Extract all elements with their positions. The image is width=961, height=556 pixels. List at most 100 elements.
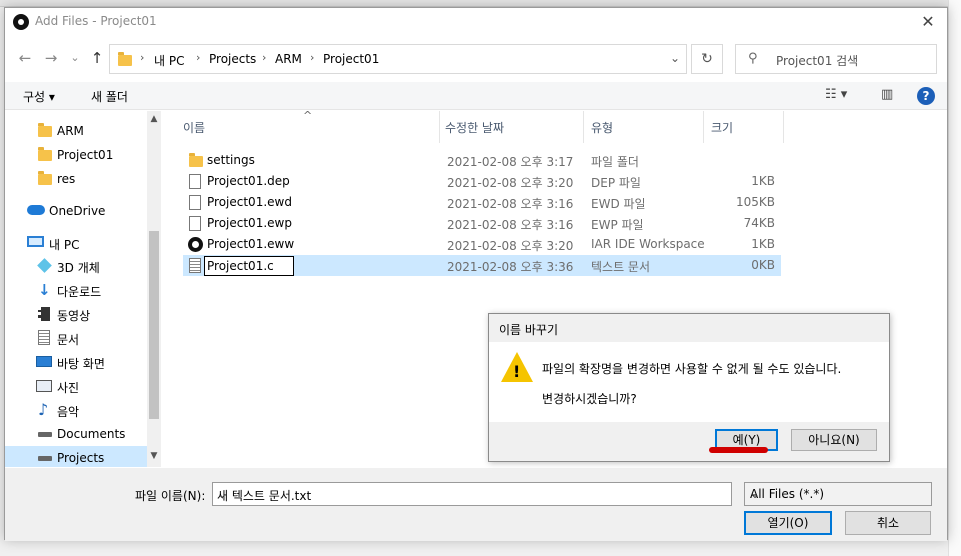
breadcrumb-separator: ›: [196, 51, 201, 64]
new-folder-button[interactable]: 새 폴더: [91, 88, 128, 105]
address-bar[interactable]: › 내 PC › Projects › ARM › Project01 ⌄: [109, 44, 687, 74]
folder-icon: [189, 153, 203, 167]
file-row-eww[interactable]: Project01.eww 2021-02-08 오후 3:20 IAR IDE…: [183, 234, 781, 255]
computer-icon: [27, 236, 44, 247]
sidebar-item-label: Projects: [57, 451, 105, 465]
sidebar-item-label: 3D 개체: [57, 261, 100, 275]
back-arrow-icon[interactable]: ←: [15, 48, 35, 68]
warning-exclamation: !: [513, 362, 521, 381]
file-name: Project01.eww: [207, 237, 295, 251]
file-size: 105KB: [735, 195, 775, 209]
breadcrumb-separator: ›: [140, 51, 145, 64]
dialog-body: ! 파일의 확장명을 변경하면 사용할 수 없게 될 수도 있습니다. 변경하시…: [489, 342, 889, 422]
search-icon: ⚲: [748, 51, 758, 66]
sidebar-item-onedrive[interactable]: OneDrive: [5, 199, 147, 223]
search-box[interactable]: ⚲ Project01 검색: [735, 44, 937, 74]
sidebar-item-label: 다운로드: [57, 285, 102, 299]
filename-input[interactable]: 새 텍스트 문서.txt ⌄: [212, 482, 732, 506]
file-date: 2021-02-08 오후 3:16: [447, 218, 574, 232]
sidebar-item-documents-kr[interactable]: 문서: [5, 326, 147, 350]
file-date: 2021-02-08 오후 3:36: [447, 260, 574, 274]
background-window-strip: [948, 0, 961, 556]
sidebar-item-label: 내 PC: [49, 238, 80, 252]
scroll-down-arrow-icon[interactable]: ▼: [149, 451, 159, 461]
column-header-size[interactable]: 크기: [711, 119, 733, 136]
forward-arrow-icon[interactable]: →: [41, 48, 61, 68]
file-name: Project01.dep: [207, 174, 290, 188]
sidebar-item-label: res: [57, 172, 76, 186]
file-icon: [189, 195, 201, 210]
title-bar: Add Files - Project01 ✕: [5, 8, 947, 37]
column-divider[interactable]: [583, 111, 584, 143]
column-divider[interactable]: [703, 111, 704, 143]
sidebar-item-3d-objects[interactable]: 3D 개체: [5, 254, 147, 278]
refresh-button[interactable]: ↻: [691, 44, 723, 74]
sidebar-item-label: 동영상: [57, 309, 91, 323]
breadcrumb-project01[interactable]: Project01: [323, 52, 379, 66]
sidebar-item-this-pc[interactable]: 내 PC: [5, 231, 147, 255]
sidebar-item-documents-drive[interactable]: Documents: [5, 422, 147, 446]
sidebar-scrollbar[interactable]: ▲ ▼: [147, 111, 161, 467]
window-title: Add Files - Project01: [35, 14, 157, 28]
sidebar-item-projects[interactable]: Projects: [5, 446, 147, 467]
preview-pane-icon[interactable]: ▥: [881, 87, 893, 102]
sidebar-item-desktop[interactable]: 바탕 화면: [5, 350, 147, 374]
breadcrumb-projects[interactable]: Projects: [209, 52, 256, 66]
file-date: 2021-02-08 오후 3:20: [447, 239, 574, 253]
breadcrumb-separator: ›: [262, 51, 267, 64]
sidebar-item-downloads[interactable]: ↓ 다운로드: [5, 278, 147, 302]
up-arrow-icon[interactable]: ↑: [87, 48, 107, 68]
rename-input[interactable]: Project01.c: [204, 256, 294, 276]
sidebar-item-project01[interactable]: Project01: [5, 143, 147, 167]
cancel-button[interactable]: 취소: [845, 511, 931, 535]
column-divider[interactable]: [783, 111, 784, 143]
cloud-icon: [27, 205, 45, 215]
help-icon[interactable]: ?: [917, 87, 935, 105]
scroll-up-arrow-icon[interactable]: ▲: [149, 114, 159, 124]
breadcrumb-separator: ›: [310, 51, 315, 64]
sidebar-scroll-thumb[interactable]: [149, 231, 159, 419]
drive-icon: [38, 432, 52, 437]
open-button[interactable]: 열기(O): [744, 511, 832, 535]
no-button[interactable]: 아니요(N): [791, 429, 877, 451]
file-size: 1KB: [751, 237, 775, 251]
file-row-ewd[interactable]: Project01.ewd 2021-02-08 오후 3:16 EWD 파일 …: [183, 192, 781, 213]
column-header-date[interactable]: 수정한 날짜: [445, 119, 504, 136]
folder-icon: [38, 147, 52, 161]
folder-icon: [38, 123, 52, 137]
file-icon: [189, 216, 201, 231]
navigation-bar: ← → ⌄ ↑ › 내 PC › Projects › ARM › Projec…: [5, 38, 947, 80]
file-name: Project01.ewd: [207, 195, 292, 209]
folder-icon: [118, 52, 132, 66]
column-header-name[interactable]: 이름: [183, 119, 205, 136]
file-type: EWP 파일: [591, 218, 644, 232]
filter-dropdown-chevron-icon[interactable]: ⌄: [750, 487, 927, 501]
breadcrumb-this-pc[interactable]: 내 PC: [154, 52, 184, 69]
recent-locations-chevron-icon[interactable]: ⌄: [65, 48, 85, 68]
text-file-icon: [189, 258, 201, 273]
sidebar-item-videos[interactable]: 동영상: [5, 302, 147, 326]
column-divider[interactable]: [439, 111, 440, 143]
sidebar-item-music[interactable]: ♪ 음악: [5, 398, 147, 422]
sidebar-item-res[interactable]: res: [5, 167, 147, 191]
sidebar-item-pictures[interactable]: 사진: [5, 374, 147, 398]
file-row-settings[interactable]: settings 2021-02-08 오후 3:17 파일 폴더: [183, 150, 781, 171]
file-type: EWD 파일: [591, 197, 646, 211]
filename-dropdown-chevron-icon[interactable]: ⌄: [217, 487, 727, 501]
file-row-dep[interactable]: Project01.dep 2021-02-08 오후 3:20 DEP 파일 …: [183, 171, 781, 192]
sidebar-item-label: 바탕 화면: [57, 357, 105, 371]
column-header-type[interactable]: 유형: [591, 119, 613, 136]
view-options-icon[interactable]: ☷ ▾: [825, 87, 847, 102]
sidebar-item-label: 문서: [57, 333, 80, 347]
sidebar-item-label: Documents: [57, 427, 126, 441]
organize-menu-button[interactable]: 구성 ▾: [23, 88, 55, 105]
file-type-filter-select[interactable]: All Files (*.*) ⌄: [744, 482, 932, 506]
sidebar-item-arm[interactable]: ARM: [5, 119, 147, 143]
background-window-edge: [0, 0, 961, 7]
address-dropdown-chevron-icon[interactable]: ⌄: [670, 51, 680, 65]
breadcrumb-arm[interactable]: ARM: [275, 52, 302, 66]
close-button[interactable]: ✕: [917, 11, 939, 33]
file-row-ewp[interactable]: Project01.ewp 2021-02-08 오후 3:16 EWP 파일 …: [183, 213, 781, 234]
file-row-c-selected[interactable]: Project01.c 2021-02-08 오후 3:36 텍스트 문서 0K…: [183, 255, 781, 276]
file-name: settings: [207, 153, 255, 167]
